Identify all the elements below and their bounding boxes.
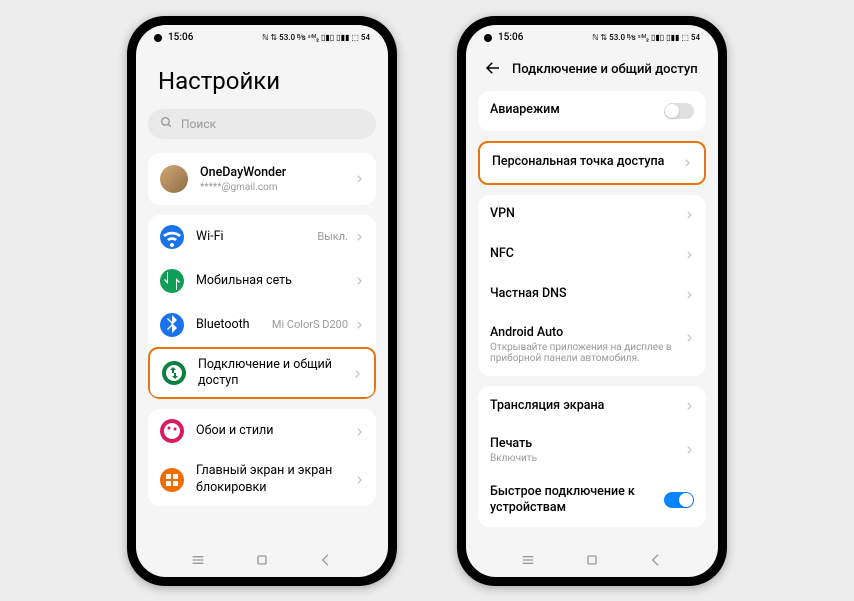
clock: 15:06 bbox=[498, 32, 523, 43]
aauto-sub: Открывайте приложения на дисплее в прибо… bbox=[490, 342, 684, 364]
status-bar: 15:06 ℕ ⇅ 53.0 ᴮ∕s ˢⁱᴹ₂ ▯▮▯ ▯▮▮ ⬚ 54 bbox=[136, 25, 388, 51]
nav-home-icon[interactable] bbox=[584, 552, 600, 572]
wifi-label: Wi-Fi bbox=[196, 229, 317, 245]
fast-label: Быстрое подключение к устройствам bbox=[490, 484, 664, 517]
chevron-right-icon bbox=[684, 396, 694, 415]
bluetooth-value: Mi ColorS D200 bbox=[272, 318, 348, 331]
chevron-right-icon bbox=[684, 245, 694, 264]
vpn-row[interactable]: VPN bbox=[478, 195, 706, 235]
search-icon bbox=[160, 114, 173, 133]
hotspot-label: Персональная точка доступа bbox=[492, 154, 682, 170]
bluetooth-icon bbox=[160, 313, 184, 337]
wifi-icon bbox=[160, 225, 184, 249]
bluetooth-label: Bluetooth bbox=[196, 317, 272, 333]
devices-card: Трансляция экрана Печать Включить Быстро… bbox=[478, 386, 706, 527]
personalize-card: Обои и стили Главный экран и экран блоки… bbox=[148, 409, 376, 506]
airplane-card: Авиарежим bbox=[478, 91, 706, 131]
page-title: Настройки bbox=[148, 51, 376, 109]
nav-menu-icon[interactable] bbox=[520, 552, 536, 572]
avatar bbox=[160, 165, 188, 193]
account-card: OneDayWonder *****@gmail.com bbox=[148, 153, 376, 205]
account-email: *****@gmail.com bbox=[200, 182, 354, 193]
chevron-right-icon bbox=[354, 315, 364, 334]
dns-label: Частная DNS bbox=[490, 286, 684, 302]
cast-label: Трансляция экрана bbox=[490, 398, 684, 414]
chevron-right-icon bbox=[354, 422, 364, 441]
aauto-label: Android Auto bbox=[490, 325, 684, 341]
nav-back-icon[interactable] bbox=[318, 552, 334, 572]
highlighted-row-2: Персональная точка доступа bbox=[478, 141, 706, 185]
network-card: VPN NFC Частная DNS Android Auto Открыва… bbox=[478, 195, 706, 376]
account-name: OneDayWonder bbox=[200, 165, 354, 181]
search-placeholder: Поиск bbox=[181, 117, 216, 131]
share-icon bbox=[162, 361, 186, 385]
chevron-right-icon bbox=[354, 227, 364, 246]
connectivity-card: Wi-Fi Выкл. Мобильная сеть Bluetooth Mi … bbox=[148, 215, 376, 400]
palette-icon bbox=[160, 419, 184, 443]
cast-row[interactable]: Трансляция экрана bbox=[478, 386, 706, 426]
dns-row[interactable]: Частная DNS bbox=[478, 275, 706, 315]
connection-label: Подключение и общий доступ bbox=[198, 357, 352, 390]
print-row[interactable]: Печать Включить bbox=[478, 426, 706, 474]
status-bar: 15:06 ℕ ⇅ 53.0 ᴮ∕s ˢⁱᴹ₂ ▯▮▯ ▯▮▮ ⬚ 54 bbox=[466, 25, 718, 51]
airplane-label: Авиарежим bbox=[490, 102, 664, 118]
mobile-row[interactable]: Мобильная сеть bbox=[148, 259, 376, 303]
nav-bar bbox=[136, 547, 388, 577]
wifi-value: Выкл. bbox=[317, 230, 348, 243]
wallpaper-label: Обои и стили bbox=[196, 423, 354, 439]
highlighted-row-1: Подключение и общий доступ bbox=[148, 347, 376, 400]
connection-sharing-row[interactable]: Подключение и общий доступ bbox=[150, 349, 374, 398]
screen-right: 15:06 ℕ ⇅ 53.0 ᴮ∕s ˢⁱᴹ₂ ▯▮▯ ▯▮▮ ⬚ 54 Под… bbox=[466, 25, 718, 577]
nfc-row[interactable]: NFC bbox=[478, 235, 706, 275]
screen-left: 15:06 ℕ ⇅ 53.0 ᴮ∕s ˢⁱᴹ₂ ▯▮▯ ▯▮▮ ⬚ 54 Нас… bbox=[136, 25, 388, 577]
mobile-data-icon bbox=[160, 269, 184, 293]
chevron-right-icon bbox=[682, 153, 692, 172]
wifi-row[interactable]: Wi-Fi Выкл. bbox=[148, 215, 376, 259]
chevron-right-icon bbox=[684, 205, 694, 224]
phone-right: 15:06 ℕ ⇅ 53.0 ᴮ∕s ˢⁱᴹ₂ ▯▮▯ ▯▮▮ ⬚ 54 Под… bbox=[457, 16, 727, 586]
camera-hole bbox=[154, 34, 162, 42]
screen-header: Подключение и общий доступ bbox=[478, 51, 706, 91]
chevron-right-icon bbox=[354, 169, 364, 188]
airplane-toggle[interactable] bbox=[664, 103, 694, 119]
print-sub: Включить bbox=[490, 453, 684, 464]
clock: 15:06 bbox=[168, 32, 193, 43]
nav-home-icon[interactable] bbox=[254, 552, 270, 572]
chevron-right-icon bbox=[684, 328, 694, 347]
header-title: Подключение и общий доступ bbox=[512, 62, 698, 77]
back-icon[interactable] bbox=[484, 59, 502, 81]
print-label: Печать bbox=[490, 436, 684, 452]
wallpaper-row[interactable]: Обои и стили bbox=[148, 409, 376, 453]
airplane-row[interactable]: Авиарежим bbox=[478, 91, 706, 131]
search-input[interactable]: Поиск bbox=[148, 109, 376, 139]
lockscreen-row[interactable]: Главный экран и экран блокировки bbox=[148, 453, 376, 506]
nav-bar bbox=[466, 547, 718, 577]
lockscreen-label: Главный экран и экран блокировки bbox=[196, 463, 354, 496]
chevron-right-icon bbox=[354, 271, 364, 290]
fast-connect-row[interactable]: Быстрое подключение к устройствам bbox=[478, 474, 706, 527]
vpn-label: VPN bbox=[490, 206, 684, 222]
fast-connect-toggle[interactable] bbox=[664, 492, 694, 508]
nfc-label: NFC bbox=[490, 246, 684, 262]
status-icons: ℕ ⇅ 53.0 ᴮ∕s ˢⁱᴹ₂ ▯▮▯ ▯▮▮ ⬚ 54 bbox=[262, 33, 370, 42]
chevron-right-icon bbox=[354, 470, 364, 489]
camera-hole bbox=[484, 34, 492, 42]
mobile-label: Мобильная сеть bbox=[196, 273, 354, 289]
chevron-right-icon bbox=[684, 285, 694, 304]
android-auto-row[interactable]: Android Auto Открывайте приложения на ди… bbox=[478, 315, 706, 376]
chevron-right-icon bbox=[684, 440, 694, 459]
hotspot-row[interactable]: Персональная точка доступа bbox=[480, 143, 704, 183]
status-icons: ℕ ⇅ 53.0 ᴮ∕s ˢⁱᴹ₂ ▯▮▯ ▯▮▮ ⬚ 54 bbox=[592, 33, 700, 42]
home-icon bbox=[160, 468, 184, 492]
account-row[interactable]: OneDayWonder *****@gmail.com bbox=[148, 153, 376, 205]
nav-menu-icon[interactable] bbox=[190, 552, 206, 572]
phone-left: 15:06 ℕ ⇅ 53.0 ᴮ∕s ˢⁱᴹ₂ ▯▮▯ ▯▮▮ ⬚ 54 Нас… bbox=[127, 16, 397, 586]
nav-back-icon[interactable] bbox=[648, 552, 664, 572]
bluetooth-row[interactable]: Bluetooth Mi ColorS D200 bbox=[148, 303, 376, 347]
chevron-right-icon bbox=[352, 364, 362, 383]
